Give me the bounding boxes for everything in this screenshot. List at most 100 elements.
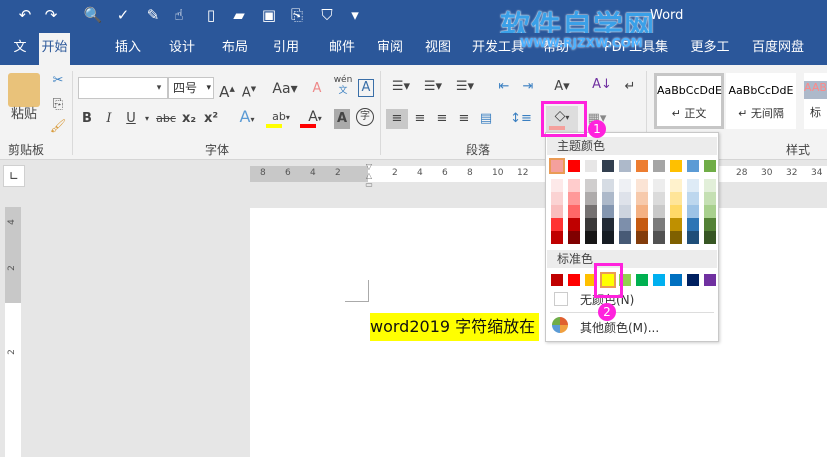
- theme-shade-swatch[interactable]: [619, 231, 631, 244]
- theme-shade-swatch[interactable]: [636, 218, 648, 231]
- tab-9[interactable]: 开发工具: [470, 33, 526, 65]
- standard-color-swatch[interactable]: [568, 274, 580, 286]
- theme-shade-swatch[interactable]: [551, 192, 563, 205]
- theme-shade-swatch[interactable]: [602, 192, 614, 205]
- theme-shade-swatch[interactable]: [670, 192, 682, 205]
- line-spacing-icon[interactable]: ↕≡: [508, 109, 534, 129]
- standard-color-swatch[interactable]: [551, 274, 563, 286]
- phonetic-guide-icon[interactable]: wén 文: [332, 75, 354, 96]
- indent-marker[interactable]: ▽ △ ▭: [364, 162, 374, 190]
- theme-shade-swatch[interactable]: [619, 192, 631, 205]
- theme-shade-swatch[interactable]: [619, 179, 631, 192]
- open-folder-icon[interactable]: ▰: [228, 6, 250, 24]
- theme-shade-swatch[interactable]: [687, 205, 699, 218]
- horizontal-ruler[interactable]: 8 6 4 2 2 4 6 8 10 12 28 30 32 34 ▽ △ ▭: [250, 162, 827, 189]
- increase-indent-icon[interactable]: ⇥: [518, 77, 538, 97]
- theme-color-swatch[interactable]: [687, 160, 699, 172]
- bullets-icon[interactable]: ☰▾: [388, 77, 414, 97]
- decrease-indent-icon[interactable]: ⇤: [494, 77, 514, 97]
- theme-shade-swatch[interactable]: [670, 231, 682, 244]
- theme-shade-swatch[interactable]: [585, 231, 597, 244]
- theme-shade-swatch[interactable]: [551, 179, 563, 192]
- vertical-ruler[interactable]: 4 2 2: [5, 207, 21, 457]
- theme-shade-swatch[interactable]: [687, 218, 699, 231]
- theme-shade-swatch[interactable]: [585, 179, 597, 192]
- theme-color-swatch[interactable]: [585, 160, 597, 172]
- theme-shade-swatch[interactable]: [636, 231, 648, 244]
- theme-color-swatch[interactable]: [670, 160, 682, 172]
- chevron-down-icon[interactable]: ▾: [142, 109, 152, 129]
- tab-8[interactable]: 视图: [418, 33, 458, 65]
- show-marks-icon[interactable]: ↵: [622, 77, 638, 97]
- theme-shade-swatch[interactable]: [619, 205, 631, 218]
- clear-formatting-icon[interactable]: A: [308, 79, 326, 99]
- theme-shade-swatch[interactable]: [704, 192, 716, 205]
- theme-shade-swatch[interactable]: [602, 231, 614, 244]
- tab-12[interactable]: 更多工具: [686, 33, 734, 85]
- style-normal[interactable]: AaBbCcDdE ↵ 正文: [654, 73, 724, 129]
- chevron-down-icon[interactable]: ▾: [152, 78, 166, 98]
- tab-13[interactable]: 百度网盘: [746, 33, 810, 65]
- numbering-icon[interactable]: ☰▾: [420, 77, 446, 97]
- text-effects-icon[interactable]: A▾: [232, 107, 262, 127]
- document-text[interactable]: word2019 字符缩放在: [370, 313, 540, 341]
- theme-shade-swatch[interactable]: [687, 231, 699, 244]
- strikethrough-button[interactable]: abc: [156, 109, 176, 129]
- attach-icon[interactable]: ⎘: [286, 6, 308, 24]
- chevron-down-icon[interactable]: ▾: [206, 78, 211, 98]
- edit-icon[interactable]: ✎: [142, 6, 164, 24]
- theme-shade-swatch[interactable]: [568, 179, 580, 192]
- highlight-color-icon[interactable]: ab▾: [266, 107, 296, 128]
- character-border-icon[interactable]: A: [358, 79, 374, 97]
- multilevel-list-icon[interactable]: ☰▾: [452, 77, 478, 97]
- theme-shade-swatch[interactable]: [704, 179, 716, 192]
- theme-shade-swatch[interactable]: [670, 218, 682, 231]
- theme-shade-swatch[interactable]: [653, 205, 665, 218]
- theme-shade-swatch[interactable]: [636, 179, 648, 192]
- italic-button[interactable]: I: [102, 109, 116, 129]
- standard-color-swatch[interactable]: [670, 274, 682, 286]
- theme-shade-swatch[interactable]: [704, 218, 716, 231]
- theme-shade-swatch[interactable]: [568, 205, 580, 218]
- shrink-font-icon[interactable]: A▼: [240, 79, 258, 100]
- theme-shade-swatch[interactable]: [636, 192, 648, 205]
- redo-icon[interactable]: ↷: [40, 6, 62, 24]
- asian-layout-icon[interactable]: A▾: [548, 77, 576, 97]
- new-document-icon[interactable]: ▯: [200, 6, 222, 24]
- superscript-button[interactable]: x²: [202, 109, 220, 129]
- align-right-icon[interactable]: ≡: [432, 109, 452, 129]
- theme-color-swatch[interactable]: [704, 160, 716, 172]
- align-left-icon[interactable]: ≡: [386, 109, 408, 129]
- theme-color-swatch[interactable]: [568, 160, 580, 172]
- theme-shade-swatch[interactable]: [602, 179, 614, 192]
- tab-1[interactable]: 开始: [39, 33, 70, 65]
- standard-color-swatch[interactable]: [687, 274, 699, 286]
- copy-icon[interactable]: ⎘: [48, 95, 68, 115]
- standard-color-swatch[interactable]: [704, 274, 716, 286]
- bold-button[interactable]: B: [80, 109, 94, 129]
- theme-shade-swatch[interactable]: [704, 231, 716, 244]
- theme-shade-swatch[interactable]: [568, 218, 580, 231]
- theme-shade-swatch[interactable]: [551, 205, 563, 218]
- standard-color-swatch[interactable]: [636, 274, 648, 286]
- font-color-icon[interactable]: A▾: [300, 107, 330, 128]
- theme-shade-swatch[interactable]: [653, 231, 665, 244]
- theme-shade-swatch[interactable]: [670, 205, 682, 218]
- font-size-combo[interactable]: 四号 ▾: [168, 77, 214, 99]
- customize-icon[interactable]: ▾: [344, 6, 366, 24]
- character-shading-icon[interactable]: A: [334, 109, 350, 129]
- theme-shade-swatch[interactable]: [585, 205, 597, 218]
- theme-shade-swatch[interactable]: [568, 231, 580, 244]
- tab-4[interactable]: 布局: [215, 33, 255, 65]
- theme-shade-swatch[interactable]: [585, 218, 597, 231]
- no-color-swatch[interactable]: [554, 292, 568, 306]
- paste-icon[interactable]: [8, 73, 40, 107]
- theme-shade-swatch[interactable]: [568, 192, 580, 205]
- theme-shade-swatch[interactable]: [551, 231, 563, 244]
- theme-color-swatch[interactable]: [549, 158, 565, 174]
- format-painter-icon[interactable]: 🖌: [48, 117, 68, 137]
- theme-shade-swatch[interactable]: [602, 218, 614, 231]
- style-heading[interactable]: AAB 标: [804, 73, 827, 129]
- security-icon[interactable]: ⛉: [316, 6, 338, 24]
- style-no-spacing[interactable]: AaBbCcDdE ↵ 无间隔: [726, 73, 796, 129]
